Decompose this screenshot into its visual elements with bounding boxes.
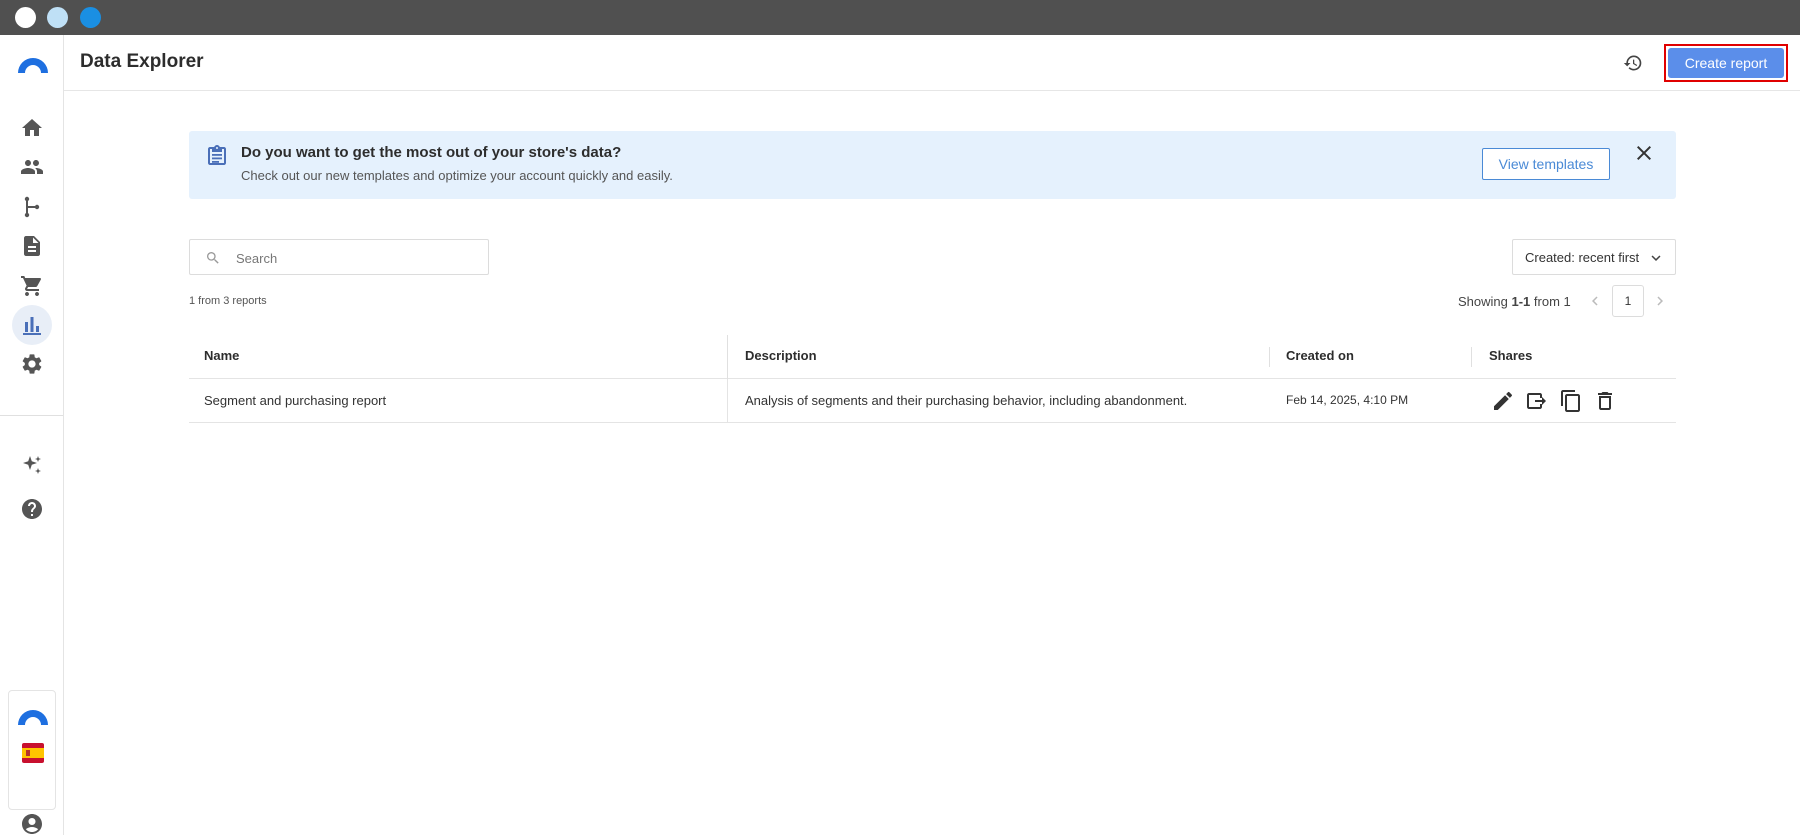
settings-icon (22, 354, 42, 374)
home-icon (22, 119, 42, 136)
help-icon (22, 499, 42, 519)
sidebar (0, 35, 64, 835)
account-icon (22, 814, 42, 834)
brand-logo-icon[interactable] (16, 51, 50, 75)
copy-icon[interactable] (1559, 389, 1583, 413)
pagination-summary: Showing 1-1 from 1 (1458, 294, 1571, 309)
brand-logo-icon[interactable] (16, 703, 50, 727)
flow-icon (24, 196, 40, 218)
close-icon[interactable] (1632, 141, 1656, 165)
page-header: Data Explorer Create report (64, 35, 1800, 91)
export-icon[interactable] (1525, 389, 1549, 413)
chevron-down-icon (1651, 255, 1661, 261)
search-field[interactable] (189, 239, 489, 275)
pagination: Showing 1-1 from 1 1 (1458, 285, 1678, 319)
sidebar-item-content[interactable] (12, 226, 52, 266)
sidebar-item-settings[interactable] (12, 344, 52, 384)
column-divider (727, 335, 728, 379)
search-icon (207, 252, 219, 264)
sidebar-item-contacts[interactable] (12, 147, 52, 187)
history-button[interactable] (1620, 50, 1646, 76)
next-page-button[interactable] (1651, 292, 1669, 310)
sort-dropdown[interactable]: Created: recent first (1512, 239, 1676, 275)
sidebar-item-ai-assistant[interactable] (12, 445, 52, 485)
page-title: Data Explorer (80, 51, 204, 72)
delete-icon[interactable] (1593, 389, 1617, 413)
chevron-left-icon (1592, 296, 1598, 306)
table-row[interactable]: Segment and purchasing report Analysis o… (189, 379, 1676, 423)
report-description: Analysis of segments and their purchasin… (745, 393, 1188, 408)
spain-flag-icon[interactable] (22, 743, 44, 763)
templates-banner: Do you want to get the most out of your … (189, 131, 1676, 199)
column-header-shares: Shares (1489, 348, 1533, 363)
users-icon (21, 160, 43, 174)
column-header-created-on[interactable]: Created on (1286, 348, 1354, 363)
report-name[interactable]: Segment and purchasing report (204, 393, 386, 408)
edit-icon[interactable] (1491, 389, 1515, 413)
sidebar-item-help[interactable] (12, 489, 52, 529)
window-close-button[interactable] (15, 7, 36, 28)
window-minimize-button[interactable] (47, 7, 68, 28)
bar-chart-icon (23, 317, 41, 335)
banner-subtitle: Check out our new templates and optimize… (241, 168, 673, 183)
sort-label: Created: recent first (1525, 250, 1640, 265)
sidebar-item-automations[interactable] (12, 187, 52, 227)
column-divider (727, 379, 728, 423)
banner-title: Do you want to get the most out of your … (241, 144, 622, 161)
document-icon (24, 236, 40, 256)
view-templates-button[interactable]: View templates (1482, 148, 1610, 180)
sparkle-icon (23, 456, 41, 474)
create-report-button[interactable]: Create report (1668, 48, 1784, 78)
column-divider (1471, 347, 1472, 367)
page-number-button[interactable]: 1 (1612, 285, 1644, 317)
chevron-right-icon (1657, 296, 1663, 306)
report-created-on: Feb 14, 2025, 4:10 PM (1286, 393, 1409, 407)
window-maximize-button[interactable] (80, 7, 101, 28)
sidebar-item-store[interactable] (12, 266, 52, 306)
results-count: 1 from 3 reports (189, 295, 267, 307)
create-report-highlight: Create report (1664, 44, 1788, 82)
cart-icon (21, 276, 42, 296)
window-titlebar (0, 0, 1800, 35)
previous-page-button[interactable] (1586, 292, 1604, 310)
sidebar-divider (0, 415, 63, 416)
history-icon (1623, 55, 1642, 71)
clipboard-icon (205, 144, 229, 168)
sidebar-item-home[interactable] (12, 108, 52, 148)
column-divider (1269, 347, 1270, 367)
column-header-description[interactable]: Description (745, 348, 817, 363)
column-header-name[interactable]: Name (204, 348, 239, 363)
search-input[interactable] (236, 248, 476, 268)
reports-table: Name Description Created on Shares Segme… (189, 335, 1676, 423)
account-switcher (8, 690, 56, 810)
table-header: Name Description Created on Shares (189, 335, 1676, 379)
sidebar-item-data-explorer[interactable] (12, 305, 52, 345)
